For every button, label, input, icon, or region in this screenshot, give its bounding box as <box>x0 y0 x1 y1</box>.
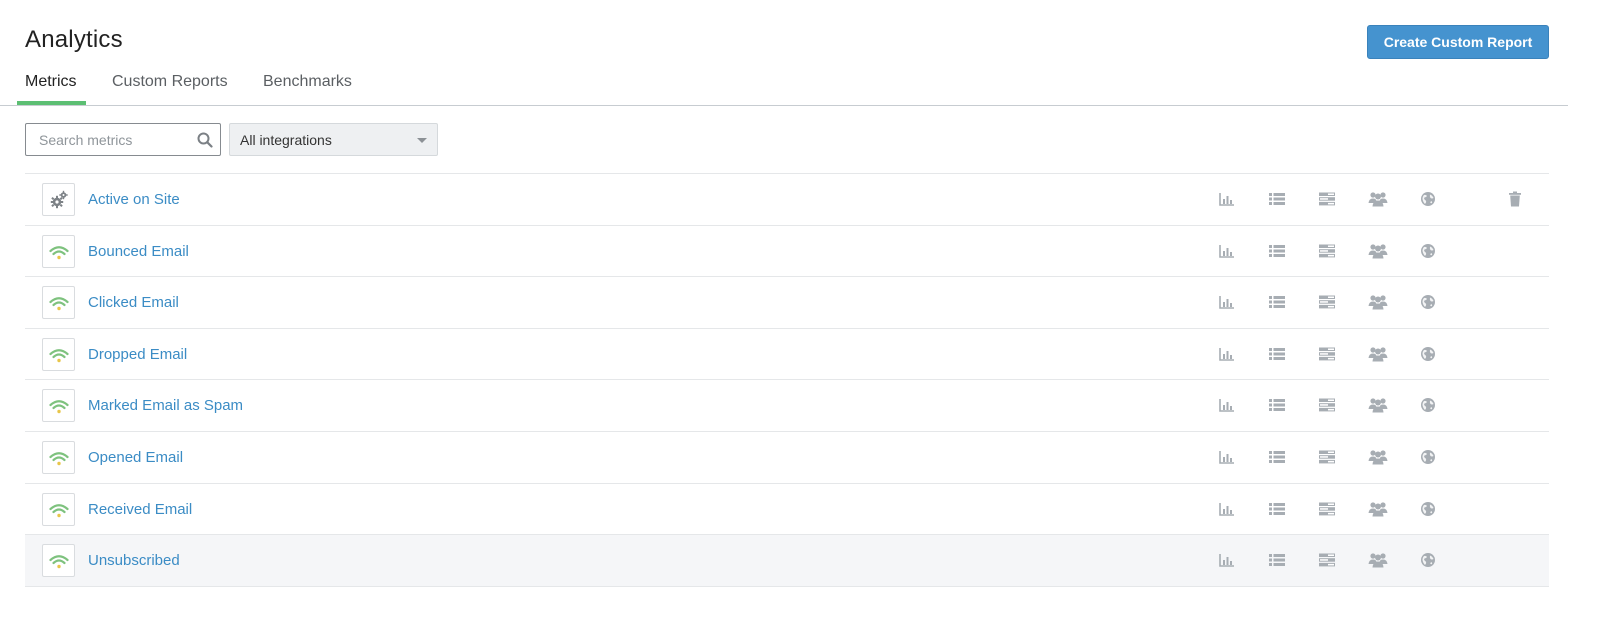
metric-source-box <box>42 440 75 474</box>
metric-name-link[interactable]: Active on Site <box>88 191 180 208</box>
metric-source-box <box>42 234 75 268</box>
bar-chart-icon[interactable] <box>1218 501 1236 517</box>
people-icon[interactable] <box>1368 294 1388 310</box>
bar-chart-icon[interactable] <box>1218 397 1236 413</box>
people-icon[interactable] <box>1368 552 1388 568</box>
globe-icon[interactable] <box>1419 346 1437 362</box>
metric-source-box <box>42 492 75 526</box>
tab-bar: Metrics Custom Reports Benchmarks <box>0 64 1568 106</box>
tab-benchmarks[interactable]: Benchmarks <box>263 73 352 91</box>
integration-select-value: All integrations <box>240 132 332 148</box>
people-icon[interactable] <box>1368 449 1388 465</box>
metric-source-box <box>42 286 75 320</box>
list-icon[interactable] <box>1268 191 1286 207</box>
people-icon[interactable] <box>1368 346 1388 362</box>
search-input[interactable] <box>26 124 194 155</box>
table-icon[interactable] <box>1318 449 1336 465</box>
metrics-list: Active on Site Bounced Email Clicked Ema… <box>25 173 1549 587</box>
metric-name-link[interactable]: Bounced Email <box>88 243 189 260</box>
metric-name-link[interactable]: Opened Email <box>88 449 183 466</box>
gears-icon <box>50 190 68 209</box>
metric-row[interactable]: Marked Email as Spam <box>25 380 1549 432</box>
bar-chart-icon[interactable] <box>1218 191 1236 207</box>
create-custom-report-button[interactable]: Create Custom Report <box>1367 25 1549 59</box>
globe-icon[interactable] <box>1419 501 1437 517</box>
metric-row[interactable]: Clicked Email <box>25 277 1549 329</box>
people-icon[interactable] <box>1368 243 1388 259</box>
bar-chart-icon[interactable] <box>1218 552 1236 568</box>
search-box <box>25 123 221 156</box>
list-icon[interactable] <box>1268 346 1286 362</box>
wifi-signal-icon <box>49 245 69 259</box>
table-icon[interactable] <box>1318 552 1336 568</box>
wifi-signal-icon <box>49 400 69 414</box>
table-icon[interactable] <box>1318 501 1336 517</box>
metric-name-link[interactable]: Dropped Email <box>88 346 187 363</box>
bar-chart-icon[interactable] <box>1218 294 1236 310</box>
search-icon[interactable] <box>197 132 213 148</box>
list-icon[interactable] <box>1268 397 1286 413</box>
tab-metrics[interactable]: Metrics <box>25 73 77 91</box>
list-icon[interactable] <box>1268 449 1286 465</box>
table-icon[interactable] <box>1318 294 1336 310</box>
trash-icon[interactable] <box>1508 191 1522 207</box>
globe-icon[interactable] <box>1419 191 1437 207</box>
page-title: Analytics <box>25 26 123 53</box>
wifi-signal-icon <box>49 503 69 517</box>
globe-icon[interactable] <box>1419 294 1437 310</box>
wifi-signal-icon <box>49 452 69 466</box>
people-icon[interactable] <box>1368 191 1388 207</box>
active-tab-indicator <box>17 101 86 105</box>
wifi-signal-icon <box>49 555 69 569</box>
metric-row[interactable]: Dropped Email <box>25 328 1549 381</box>
list-icon[interactable] <box>1268 243 1286 259</box>
people-icon[interactable] <box>1368 397 1388 413</box>
table-icon[interactable] <box>1318 346 1336 362</box>
people-icon[interactable] <box>1368 501 1388 517</box>
metric-row[interactable]: Bounced Email <box>25 225 1549 278</box>
metric-name-link[interactable]: Clicked Email <box>88 294 179 311</box>
table-icon[interactable] <box>1318 191 1336 207</box>
metric-source-box <box>42 389 75 423</box>
integration-select[interactable]: All integrations <box>229 123 438 156</box>
metric-name-link[interactable]: Marked Email as Spam <box>88 397 243 414</box>
metric-row[interactable]: Received Email <box>25 483 1549 536</box>
wifi-signal-icon <box>49 297 69 311</box>
chevron-down-icon <box>417 138 427 143</box>
metric-name-link[interactable]: Received Email <box>88 501 192 518</box>
globe-icon[interactable] <box>1419 243 1437 259</box>
metric-name-link[interactable]: Unsubscribed <box>88 552 180 569</box>
globe-icon[interactable] <box>1419 449 1437 465</box>
bar-chart-icon[interactable] <box>1218 243 1236 259</box>
bar-chart-icon[interactable] <box>1218 449 1236 465</box>
table-icon[interactable] <box>1318 243 1336 259</box>
list-icon[interactable] <box>1268 294 1286 310</box>
metric-row[interactable]: Opened Email <box>25 431 1549 484</box>
table-icon[interactable] <box>1318 397 1336 413</box>
globe-icon[interactable] <box>1419 552 1437 568</box>
globe-icon[interactable] <box>1419 397 1437 413</box>
list-icon[interactable] <box>1268 501 1286 517</box>
list-icon[interactable] <box>1268 552 1286 568</box>
metric-source-box <box>42 337 75 371</box>
tab-custom-reports[interactable]: Custom Reports <box>112 73 228 91</box>
metric-source-box <box>42 544 75 578</box>
bar-chart-icon[interactable] <box>1218 346 1236 362</box>
metric-source-box <box>42 183 75 216</box>
metric-row[interactable]: Unsubscribed <box>25 535 1549 587</box>
wifi-signal-icon <box>49 348 69 362</box>
metric-row[interactable]: Active on Site <box>25 174 1549 226</box>
